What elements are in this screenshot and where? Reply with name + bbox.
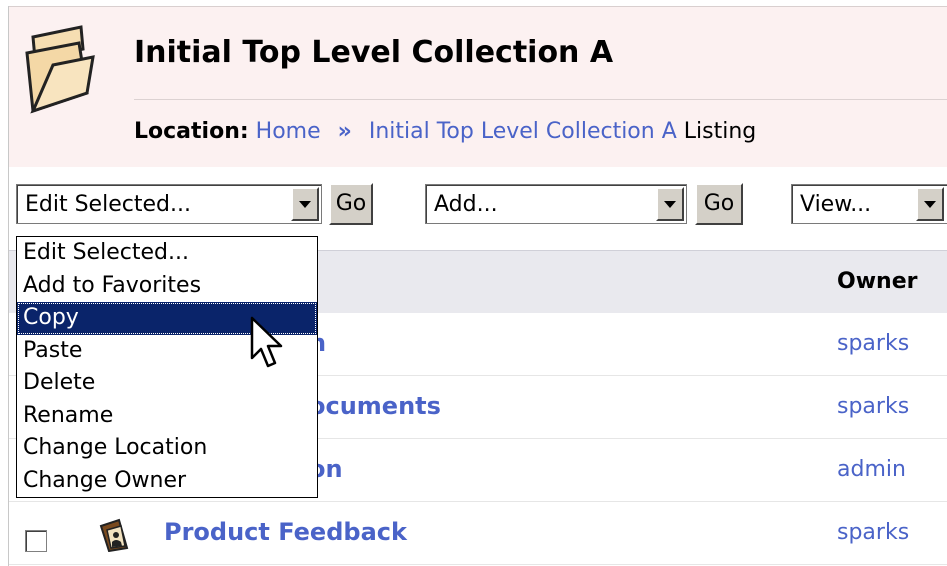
breadcrumb-separator: »	[337, 119, 352, 144]
location-label: Location:	[134, 119, 249, 144]
owner-link[interactable]: admin	[837, 457, 906, 482]
add-select-value: Add...	[434, 192, 498, 217]
add-select[interactable]: Add...	[425, 184, 687, 224]
owner-column-header[interactable]: Owner	[837, 269, 917, 294]
owner-link[interactable]: sparks	[837, 520, 909, 545]
add-dropdown-button[interactable]	[656, 187, 684, 221]
edit-go-button[interactable]: Go	[329, 183, 373, 225]
item-name-link[interactable]: Product Feedback	[164, 518, 407, 546]
view-select-value: View...	[800, 192, 872, 217]
mouse-cursor-icon	[250, 316, 283, 368]
item-name-link[interactable]: ocuments	[309, 392, 441, 420]
breadcrumb-collection-link[interactable]: Initial Top Level Collection A	[369, 119, 677, 144]
option-change-location[interactable]: Change Location	[17, 432, 317, 465]
breadcrumb-home-link[interactable]: Home	[256, 119, 321, 144]
option-rename[interactable]: Rename	[17, 400, 317, 433]
chevron-down-icon	[299, 201, 311, 208]
view-select[interactable]: View...	[791, 184, 947, 224]
toolbar: Edit Selected... Go Add... Go View...	[9, 167, 947, 247]
option-add-to-favorites[interactable]: Add to Favorites	[17, 270, 317, 303]
add-go-button[interactable]: Go	[695, 183, 743, 225]
collection-header: Initial Top Level Collection A Location:…	[9, 6, 947, 168]
row-checkbox[interactable]	[25, 530, 47, 552]
folder-icon	[25, 25, 95, 114]
edit-selected-select[interactable]: Edit Selected...	[16, 184, 322, 224]
edit-selected-value: Edit Selected...	[25, 192, 191, 217]
breadcrumb-trailing-text: Listing	[683, 119, 757, 144]
page: Initial Top Level Collection A Location:…	[0, 0, 947, 566]
page-title: Initial Top Level Collection A	[134, 35, 614, 70]
view-dropdown-button[interactable]	[916, 187, 944, 221]
chevron-down-icon	[924, 201, 936, 208]
table-row: Product Feedback sparks	[9, 502, 947, 565]
breadcrumb: Location: Home » Initial Top Level Colle…	[134, 119, 756, 144]
document-icon	[99, 518, 129, 552]
option-edit-selected[interactable]: Edit Selected...	[17, 237, 317, 270]
option-change-owner[interactable]: Change Owner	[17, 465, 317, 498]
edit-selected-dropdown-button[interactable]	[291, 187, 319, 221]
header-divider	[134, 99, 947, 100]
chevron-down-icon	[664, 201, 676, 208]
owner-link[interactable]: sparks	[837, 331, 909, 356]
owner-link[interactable]: sparks	[837, 394, 909, 419]
